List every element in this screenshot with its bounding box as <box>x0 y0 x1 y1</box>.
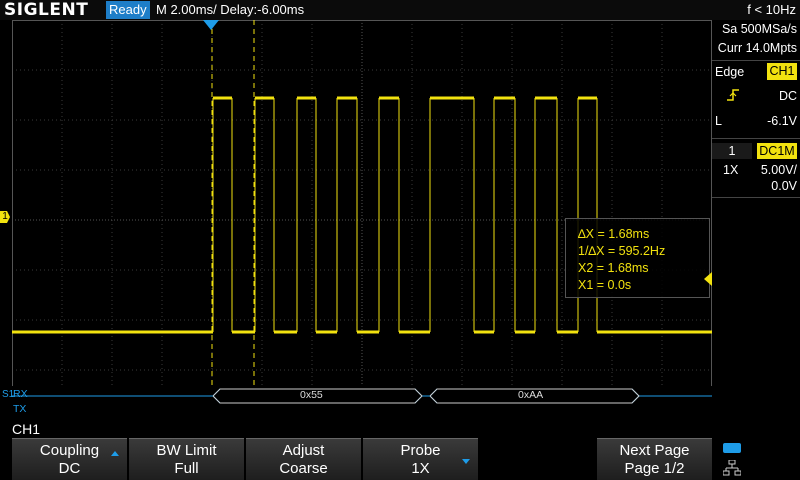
delta-x-readout: ∆X = 1.68ms <box>578 227 650 241</box>
probe-value: 1X <box>411 460 430 477</box>
rx-label: RX <box>13 388 28 400</box>
cursor-readout-panel: ∆X = 1.68ms 1/∆X = 595.2Hz X2 = 1.68ms X… <box>565 218 710 298</box>
divider <box>712 197 800 198</box>
page-indicator: Page 1/2 <box>624 460 685 477</box>
probe-label: Probe <box>400 442 441 459</box>
channel-number-badge[interactable]: 1 <box>712 143 752 159</box>
bw-limit-value: Full <box>174 460 199 477</box>
divider <box>712 60 800 61</box>
timebase-readout[interactable]: M 2.00ms/ Delay:-6.00ms <box>156 0 304 20</box>
decode-frame-2: 0xAA <box>518 389 544 401</box>
memory-depth-readout: Curr 14.0Mpts <box>717 41 797 55</box>
trigger-coupling: DC <box>778 89 797 103</box>
probe-button[interactable]: Probe 1X <box>363 438 478 480</box>
coupling-value: DC <box>58 460 81 477</box>
ch1-ground-marker[interactable]: 1 <box>0 211 10 223</box>
tx-label: TX <box>13 403 27 415</box>
bw-limit-button[interactable]: BW Limit Full <box>129 438 244 480</box>
bw-limit-label: BW Limit <box>156 442 217 459</box>
system-status-icons <box>718 440 798 480</box>
chevron-down-icon <box>462 459 470 464</box>
top-status-bar: SIGLENT Ready M 2.00ms/ Delay:-6.00ms f … <box>0 0 800 20</box>
x2-readout: X2 = 1.68ms <box>578 261 649 275</box>
next-page-label: Next Page <box>619 442 690 459</box>
coupling-label: Coupling <box>39 442 100 459</box>
adjust-button[interactable]: Adjust Coarse <box>246 438 361 480</box>
channel-offset-readout: 0.0V <box>771 179 797 193</box>
sample-rate-readout: Sa 500MSa/s <box>721 22 797 36</box>
waveform-display[interactable]: 0x55 0xAA ∆X = 1.68ms 1/∆X = 595.2Hz X2 … <box>12 20 712 420</box>
decode-frame-1: 0x55 <box>300 389 323 401</box>
menu-title: CH1 <box>12 421 41 437</box>
channel-scale-readout: 5.00V/ <box>760 163 797 177</box>
battery-icon <box>723 443 741 453</box>
next-page-button[interactable]: Next Page Page 1/2 <box>597 438 712 480</box>
brand-logo: SIGLENT <box>4 0 89 20</box>
network-icon <box>723 460 741 476</box>
trigger-source-badge[interactable]: CH1 <box>767 63 797 80</box>
divider <box>712 138 800 139</box>
soft-key-menu: Coupling DC BW Limit Full Adjust Coarse … <box>0 438 800 480</box>
trigger-level-value: -6.1V <box>767 114 797 128</box>
trigger-frequency-readout: f < 10Hz <box>747 2 796 17</box>
info-side-panel: Sa 500MSa/s Curr 14.0Mpts Edge CH1 DC L … <box>712 20 800 420</box>
adjust-label: Adjust <box>282 442 325 459</box>
cycle-up-icon <box>111 451 119 456</box>
inverse-delta-x-readout: 1/∆X = 595.2Hz <box>578 244 666 258</box>
x1-readout: X1 = 0.0s <box>578 278 632 292</box>
run-status-badge: Ready <box>106 1 150 19</box>
coupling-button[interactable]: Coupling DC <box>12 438 127 480</box>
adjust-value: Coarse <box>279 460 328 477</box>
trigger-position-marker[interactable] <box>203 20 219 30</box>
channel-coupling-badge[interactable]: DC1M <box>757 143 797 159</box>
trigger-level-arrow[interactable] <box>704 272 712 286</box>
